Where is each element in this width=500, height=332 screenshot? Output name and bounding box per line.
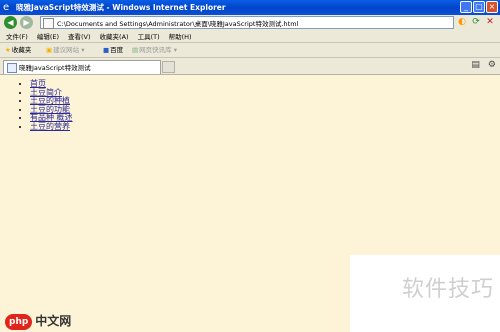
fav-baidu[interactable]: ■百度 <box>103 45 123 56</box>
menu-tools[interactable]: 工具(T) <box>138 31 160 42</box>
minimize-button[interactable]: _ <box>460 1 472 13</box>
new-tab-button[interactable] <box>162 61 175 73</box>
fav-web-slice[interactable]: ▤网页快讯库 ▾ <box>132 45 177 56</box>
menu-file[interactable]: 文件(F) <box>6 31 28 42</box>
window-title: 晓雅JavaScript特效测试 - Windows Internet Expl… <box>16 3 226 12</box>
menu-view[interactable]: 查看(V) <box>68 31 91 42</box>
watermark-text: 软件技巧 <box>401 277 494 302</box>
list-item: 土豆的营养 <box>30 122 73 132</box>
watermark: 软件技巧 <box>350 255 500 332</box>
fav-suggested-sites-label: 建议网站 ▾ <box>53 46 85 54</box>
fav-baidu-label: 百度 <box>110 46 124 54</box>
window-controls: _ □ × <box>460 1 498 13</box>
compat-view-icon[interactable]: ◐ <box>456 16 468 28</box>
maximize-button[interactable]: □ <box>473 1 485 13</box>
tab-row: 晓雅JavaScript特效测试 ▤ ⚙ <box>0 58 500 75</box>
star-icon: ★ <box>5 46 11 54</box>
php-logo-badge: php <box>5 313 33 330</box>
refresh-icon[interactable]: ⟳ <box>470 16 482 28</box>
page-menu-icon[interactable]: ▤ <box>471 60 480 70</box>
favorites-button[interactable]: ★收藏夹 <box>5 45 31 56</box>
favorites-label: 收藏夹 <box>11 46 32 54</box>
title-bar: e 晓雅JavaScript特效测试 - Windows Internet Ex… <box>0 0 500 15</box>
tab-page-icon <box>7 63 17 73</box>
address-row: ◀ ▶ C:\Documents and Settings\Administra… <box>0 15 500 31</box>
page-content: 首页 土豆简介 土豆的种植 土豆的功能 有品种 概述 土豆的营养 软件技巧 ph… <box>0 75 500 332</box>
menu-help[interactable]: 帮助(H) <box>169 31 192 42</box>
menu-edit[interactable]: 编辑(E) <box>37 31 59 42</box>
baidu-icon: ■ <box>103 46 110 54</box>
tools-gear-icon[interactable]: ⚙ <box>488 60 496 70</box>
watermark-logo: php 中文网 <box>5 312 71 330</box>
command-bar: ▤ ⚙ <box>471 60 496 70</box>
forward-button[interactable]: ▶ <box>20 16 33 29</box>
address-url: C:\Documents and Settings\Administrator\… <box>57 20 299 28</box>
fav-suggested-sites[interactable]: ▣建议网站 ▾ <box>46 45 85 56</box>
menu-bar: 文件(F) 编辑(E) 查看(V) 收藏夹(A) 工具(T) 帮助(H) <box>0 31 500 43</box>
stop-icon[interactable]: ✕ <box>484 16 496 28</box>
link-nutrition[interactable]: 土豆的营养 <box>30 122 70 131</box>
favorites-bar: ★收藏夹 ▣建议网站 ▾ ■百度 ▤网页快讯库 ▾ <box>0 43 500 58</box>
tab-current[interactable]: 晓雅JavaScript特效测试 <box>3 60 161 74</box>
page-icon <box>43 18 54 29</box>
php-logo-text: 中文网 <box>35 314 72 328</box>
ie-icon: e <box>3 2 10 13</box>
back-button[interactable]: ◀ <box>4 16 17 29</box>
web-slice-icon: ▤ <box>132 46 139 54</box>
nav-list: 首页 土豆简介 土豆的种植 土豆的功能 有品种 概述 土豆的营养 <box>14 79 73 132</box>
address-bar[interactable]: C:\Documents and Settings\Administrator\… <box>40 16 454 29</box>
tab-title: 晓雅JavaScript特效测试 <box>19 64 91 72</box>
close-button[interactable]: × <box>486 1 498 13</box>
menu-favorites[interactable]: 收藏夹(A) <box>100 31 129 42</box>
suggested-sites-icon: ▣ <box>46 46 53 54</box>
fav-web-slice-label: 网页快讯库 ▾ <box>139 46 177 54</box>
